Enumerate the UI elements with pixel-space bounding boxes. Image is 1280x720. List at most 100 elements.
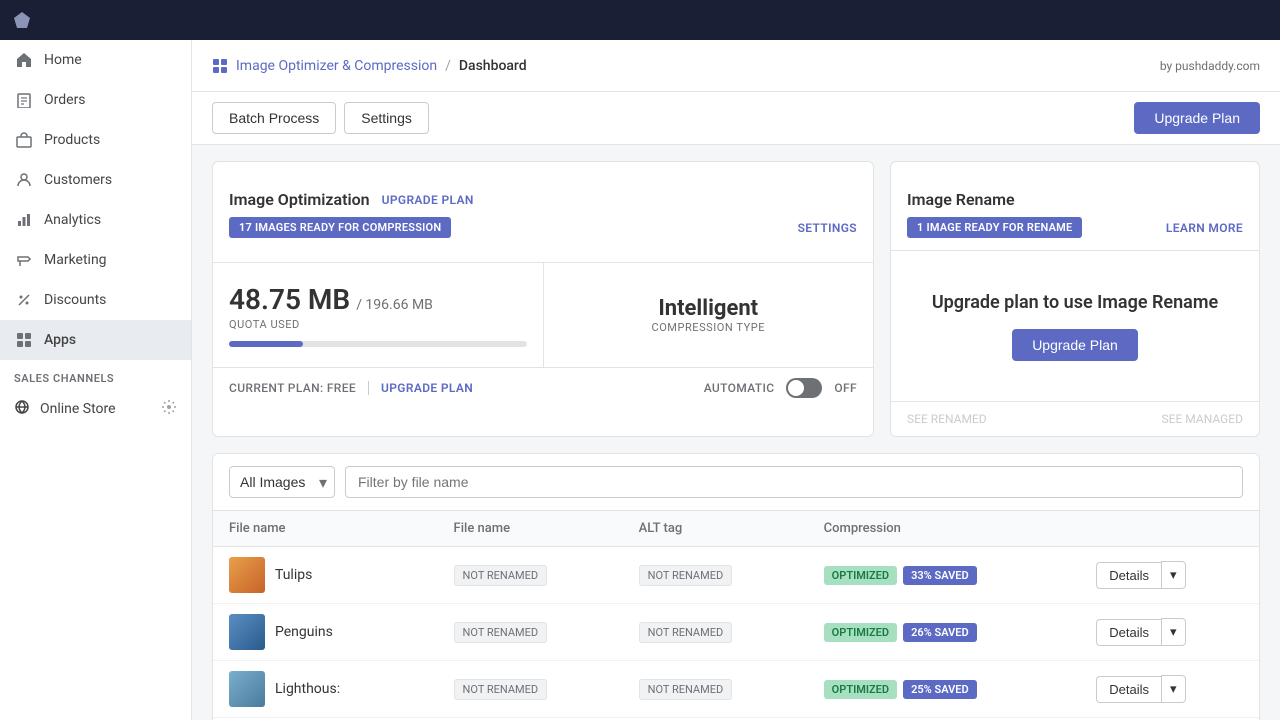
col-filename: File name <box>438 511 623 547</box>
sidebar-item-label: Discounts <box>44 292 106 308</box>
quota-label: QUOTA USED <box>229 318 300 331</box>
off-label: OFF <box>834 381 857 395</box>
settings-button[interactable]: Settings <box>344 102 429 134</box>
sidebar-item-analytics[interactable]: Analytics <box>0 200 191 240</box>
sidebar-item-label: Apps <box>44 332 76 348</box>
quota-size: 48.75 MB <box>229 283 350 316</box>
col-actions <box>1080 511 1259 547</box>
products-icon <box>14 130 34 150</box>
progress-bar <box>229 341 527 347</box>
sidebar-item-apps[interactable]: Apps <box>0 320 191 360</box>
analytics-icon <box>14 210 34 230</box>
automatic-toggle[interactable] <box>786 378 822 398</box>
dashboard-grid: Image Optimization UPGRADE PLAN 17 IMAGE… <box>212 161 1260 437</box>
alt-not-renamed-tag: NOT RENAMED <box>639 565 733 586</box>
sidebar: Home Orders Products Customers Analytics <box>0 40 192 720</box>
compression-badge: 17 IMAGES READY FOR COMPRESSION <box>229 217 451 238</box>
sidebar-item-online-store[interactable]: Online Store <box>0 389 191 429</box>
not-renamed-tag: NOT RENAMED <box>454 679 548 700</box>
online-store-settings-icon[interactable] <box>161 399 177 419</box>
image-opt-upgrade-link[interactable]: UPGRADE PLAN <box>382 193 474 207</box>
rename-upgrade-text: Upgrade plan to use Image Rename <box>932 292 1218 313</box>
all-images-select-wrapper: All Images ▾ <box>229 466 335 498</box>
saved-tag: 26% SAVED <box>903 623 977 642</box>
details-arrow-button-penguins[interactable]: ▾ <box>1161 618 1186 646</box>
table-row: Penguins NOT RENAMEDNOT RENAMED OPTIMIZE… <box>213 604 1259 661</box>
file-thumb-tulips <box>229 557 265 593</box>
rename-badge: 1 IMAGE READY FOR RENAME <box>907 217 1082 238</box>
sidebar-item-products[interactable]: Products <box>0 120 191 160</box>
file-name-text-tulips: Tulips <box>275 567 312 583</box>
apps-icon <box>14 330 34 350</box>
not-renamed-tag: NOT RENAMED <box>454 565 548 586</box>
quota-section: 48.75 MB / 196.66 MB QUOTA USED <box>213 263 544 367</box>
sidebar-item-discounts[interactable]: Discounts <box>0 280 191 320</box>
saved-tag: 33% SAVED <box>903 566 977 585</box>
alt-not-renamed-tag: NOT RENAMED <box>639 679 733 700</box>
optimized-tag: OPTIMIZED <box>824 623 897 642</box>
learn-more-link[interactable]: LEARN MORE <box>1166 221 1243 235</box>
breadcrumb-current: Dashboard <box>459 58 527 74</box>
home-icon <box>14 50 34 70</box>
details-arrow-button-tulips[interactable]: ▾ <box>1161 561 1186 589</box>
sidebar-item-home[interactable]: Home <box>0 40 191 80</box>
sidebar-item-label: Home <box>44 52 82 68</box>
details-button-penguins[interactable]: Details <box>1096 619 1161 646</box>
file-name-cell-tulips: Tulips <box>213 547 438 604</box>
upgrade-plan-button[interactable]: Upgrade Plan <box>1134 102 1260 134</box>
rename-upgrade-btn[interactable]: Upgrade Plan <box>1012 329 1138 361</box>
col-file-name: File name <box>213 511 438 547</box>
file-name-cell-lighthouse: Lighthous: <box>213 661 438 718</box>
rename-card-body: Upgrade plan to use Image Rename Upgrade… <box>891 251 1259 401</box>
details-button-tulips[interactable]: Details <box>1096 562 1161 589</box>
see-managed-label: SEE MANAGED <box>1162 412 1243 426</box>
file-name-text-lighthouse: Lighthous: <box>275 681 340 697</box>
sidebar-item-marketing[interactable]: Marketing <box>0 240 191 280</box>
discounts-icon <box>14 290 34 310</box>
sidebar-item-label: Analytics <box>44 212 101 228</box>
settings-link[interactable]: SETTINGS <box>798 221 857 235</box>
app-logo <box>12 8 36 32</box>
table-row: Tulips NOT RENAMEDNOT RENAMED OPTIMIZED … <box>213 547 1259 604</box>
alt-tag-status-tulips: NOT RENAMED <box>623 547 808 604</box>
actions-cell-lighthouse: Details ▾ <box>1080 661 1259 718</box>
col-compression: Compression <box>808 511 1081 547</box>
page-body: Image Optimization UPGRADE PLAN 17 IMAGE… <box>192 145 1280 720</box>
compression-label: COMPRESSION TYPE <box>651 321 765 334</box>
sidebar-item-label: Customers <box>44 172 112 188</box>
details-button-lighthouse[interactable]: Details <box>1096 676 1161 703</box>
top-bar <box>0 0 1280 40</box>
actions-cell-penguins: Details ▾ <box>1080 604 1259 661</box>
file-table: File name File name ALT tag Compression … <box>213 511 1259 720</box>
compression-section: Intelligent COMPRESSION TYPE <box>544 263 874 367</box>
compression-status-lighthouse: OPTIMIZED 25% SAVED <box>808 661 1081 718</box>
footer-upgrade-link[interactable]: UPGRADE PLAN <box>381 381 473 395</box>
sidebar-item-customers[interactable]: Customers <box>0 160 191 200</box>
details-arrow-button-lighthouse[interactable]: ▾ <box>1161 675 1186 703</box>
progress-bar-fill <box>229 341 303 347</box>
compression-type: Intelligent <box>658 296 758 321</box>
orders-icon <box>14 90 34 110</box>
customers-icon <box>14 170 34 190</box>
quota-total: / 196.66 MB <box>356 297 433 313</box>
image-rename-card: Image Rename 1 IMAGE READY FOR RENAME LE… <box>890 161 1260 437</box>
image-rename-title: Image Rename <box>907 190 1015 209</box>
all-images-select[interactable]: All Images <box>229 466 335 498</box>
file-name-cell-penguins: Penguins <box>213 604 438 661</box>
file-name-status-lighthouse: NOT RENAMED <box>438 661 623 718</box>
opt-card-footer: CURRENT PLAN: FREE UPGRADE PLAN AUTOMATI… <box>213 367 873 408</box>
rename-footer: SEE RENAMED SEE MANAGED <box>891 401 1259 436</box>
sidebar-item-orders[interactable]: Orders <box>0 80 191 120</box>
batch-process-button[interactable]: Batch Process <box>212 102 336 134</box>
file-name-text-penguins: Penguins <box>275 624 333 640</box>
online-store-icon <box>14 399 30 419</box>
online-store-label: Online Store <box>40 401 116 417</box>
filter-input[interactable] <box>345 466 1243 498</box>
file-thumb-lighthouse <box>229 671 265 707</box>
optimized-tag: OPTIMIZED <box>824 680 897 699</box>
breadcrumb-bar: Image Optimizer & Compression / Dashboar… <box>192 40 1280 92</box>
sales-channels-title: SALES CHANNELS <box>0 360 191 389</box>
breadcrumb-separator: / <box>445 58 451 74</box>
file-list-toolbar: All Images ▾ <box>213 454 1259 511</box>
compression-status-penguins: OPTIMIZED 26% SAVED <box>808 604 1081 661</box>
